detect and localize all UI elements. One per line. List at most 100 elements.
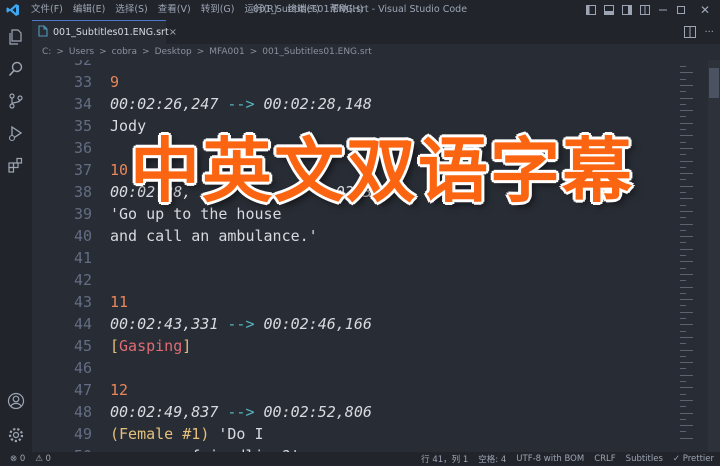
code-line[interactable]: 41 — [32, 247, 674, 269]
minimap-line — [680, 166, 686, 168]
minimap-line — [680, 154, 686, 156]
menu-item-0[interactable]: 文件(F) — [26, 0, 68, 20]
breadcrumb-item[interactable]: 001_Subtitles01.ENG.srt — [262, 47, 372, 57]
minimap-line — [680, 223, 693, 225]
line-number: 45 — [73, 337, 92, 355]
minimap-line — [680, 255, 686, 256]
code-line[interactable]: 40 and call an ambulance.' — [32, 225, 674, 247]
explorer-icon[interactable] — [0, 22, 32, 52]
line-number: 40 — [73, 227, 92, 245]
line-content: 00:02:26,247 --> 00:02:28,148 — [110, 93, 372, 115]
layout-custom-icon[interactable] — [636, 0, 654, 20]
code-line[interactable]: 48 00:02:49,837 --> 00:02:52,806 — [32, 401, 674, 423]
line-number: 39 — [73, 205, 92, 223]
minimize-icon[interactable] — [654, 0, 672, 20]
run-debug-icon[interactable] — [0, 118, 32, 148]
line-number: 38 — [73, 183, 92, 201]
minimap-line — [680, 343, 686, 345]
status-item[interactable]: 空格: 4 — [478, 453, 506, 465]
menu-item-3[interactable]: 查看(V) — [153, 0, 196, 20]
tab-close-icon[interactable]: × — [169, 27, 177, 38]
code-line[interactable]: 33 9 — [32, 71, 674, 93]
code-token: 00:02:52,806 — [254, 403, 372, 421]
breadcrumb-item[interactable]: Users — [69, 47, 94, 57]
menu-item-7[interactable]: 帮助(H) — [325, 0, 369, 20]
tab-bar: 001_Subtitles01.ENG.srt × ··· — [32, 20, 720, 44]
minimap-line — [680, 311, 693, 313]
maximize-icon[interactable] — [672, 0, 690, 20]
line-number: 43 — [73, 293, 92, 311]
code-line[interactable]: 42 — [32, 269, 674, 291]
code-line[interactable]: 43 11 — [32, 291, 674, 313]
breadcrumb-item[interactable]: cobra — [112, 47, 137, 57]
minimap-line — [680, 160, 693, 162]
minimap-line — [680, 437, 693, 439]
minimap-line — [680, 292, 686, 294]
tab-subtitles-file[interactable]: 001_Subtitles01.ENG.srt × — [32, 20, 177, 44]
status-bar-right: 行 41，列 1 空格: 4 UTF-8 with BOM CRLF Subtitles… — [421, 452, 714, 466]
layout-panel-icon[interactable] — [600, 0, 618, 20]
menu-item-5[interactable]: 运行(R) — [239, 0, 282, 20]
minimap-line — [680, 204, 686, 206]
code-token: --> — [227, 95, 255, 113]
vertical-scrollbar[interactable] — [708, 60, 720, 452]
code-line[interactable]: 46 — [32, 357, 674, 379]
line-number: 41 — [73, 249, 92, 267]
minimap-line — [680, 336, 693, 338]
errors-count[interactable]: ⊗ 0 — [10, 454, 25, 464]
minimap-line — [680, 381, 686, 382]
minimap-line — [680, 318, 686, 319]
status-item[interactable]: ✓ Prettier — [673, 454, 714, 464]
close-window-icon[interactable]: ✕ — [690, 0, 720, 20]
code-line[interactable]: 34 00:02:26,247 --> 00:02:28,148 — [32, 93, 674, 115]
status-item[interactable]: 行 41，列 1 — [421, 453, 468, 465]
minimap[interactable] — [676, 60, 706, 452]
code-token: and call an ambulance.' — [110, 227, 318, 245]
code-token: --> — [227, 315, 255, 333]
settings-gear-icon[interactable] — [0, 420, 32, 450]
code-line[interactable]: 49 (Female #1) 'Do I — [32, 423, 674, 445]
code-token: ( — [110, 425, 120, 443]
code-line[interactable]: 50 see some friendlies?' — [32, 445, 674, 452]
file-icon — [38, 25, 48, 40]
minimap-line — [680, 229, 686, 231]
menu-item-6[interactable]: 终端(T) — [282, 0, 324, 20]
breadcrumb-item[interactable]: Desktop — [155, 47, 192, 57]
account-icon[interactable] — [0, 386, 32, 416]
menu-item-1[interactable]: 编辑(E) — [68, 0, 110, 20]
source-control-icon[interactable] — [0, 86, 32, 116]
scrollbar-thumb[interactable] — [709, 68, 719, 98]
code-line[interactable]: 47 12 — [32, 379, 674, 401]
breadcrumb-item[interactable]: C: — [42, 47, 51, 57]
line-number: 50 — [32, 445, 92, 452]
layout-split-icon[interactable] — [618, 0, 636, 20]
code-token: 12 — [110, 381, 129, 399]
code-line[interactable]: 45 [Gasping] — [32, 335, 674, 357]
more-actions-icon[interactable]: ··· — [704, 27, 714, 38]
minimap-line — [680, 261, 693, 263]
search-icon[interactable] — [0, 54, 32, 84]
breadcrumb-item[interactable]: MFA001 — [209, 47, 244, 57]
warnings-count[interactable]: ⚠ 0 — [35, 454, 51, 464]
line-number: 44 — [73, 315, 92, 333]
status-item[interactable]: CRLF — [594, 454, 615, 464]
menu-item-4[interactable]: 转到(G) — [196, 0, 240, 20]
code-line[interactable]: 44 00:02:43,331 --> 00:02:46,166 — [32, 313, 674, 335]
activity-bar — [0, 20, 32, 456]
split-editor-icon[interactable] — [684, 23, 697, 42]
layout-sidebar-icon[interactable] — [582, 0, 600, 20]
status-item[interactable]: UTF-8 with BOM — [516, 454, 584, 464]
minimap-line — [680, 362, 693, 364]
line-content: (Female #1) 'Do I — [110, 423, 264, 445]
menu-item-2[interactable]: 选择(S) — [110, 0, 152, 20]
breadcrumb-separator: > — [196, 47, 205, 57]
extensions-icon[interactable] — [0, 150, 32, 180]
code-line[interactable]: 32 — [32, 60, 674, 71]
line-content: and call an ambulance.' — [110, 225, 318, 247]
code-token: ) — [200, 425, 210, 443]
minimap-line — [680, 286, 693, 288]
minimap-line — [680, 330, 686, 332]
minimap-line — [680, 91, 686, 93]
status-item[interactable]: Subtitles — [626, 454, 663, 464]
code-token: 9 — [110, 73, 120, 91]
